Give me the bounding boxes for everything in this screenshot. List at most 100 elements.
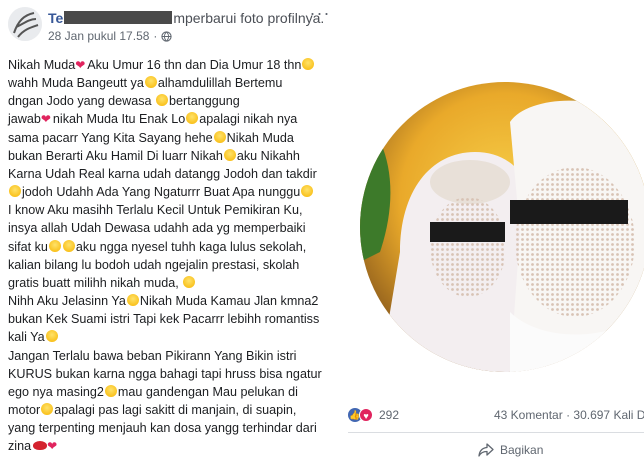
lips-emoji-icon <box>33 441 48 451</box>
heart-emoji-icon: ❤ <box>40 112 51 127</box>
post-text-line: Karna Udah Real karna udah datangg Jodoh… <box>8 165 342 183</box>
post-text-line: bukan Kek Suami istri Tapi kek Pacarrr l… <box>8 310 342 328</box>
post-text-line: Nikah Muda❤ Aku Umur 16 thn dan Dia Umur … <box>8 56 342 74</box>
post-text-line: KURUS bukan karna ngga bahagi tapi hruss… <box>8 365 342 383</box>
post-text-segment: jawab <box>8 112 41 127</box>
footer-divider <box>348 432 644 433</box>
post-text-line: motor apalagi pas lagi sakitt di manjain,… <box>8 401 342 419</box>
post-text-segment: alhamdulillah Bertemu <box>157 76 283 91</box>
post-text-segment: I know Aku masihh Terlalu Kecil Untuk Pe… <box>8 203 303 218</box>
smiley-emoji-icon <box>156 94 169 107</box>
smiley-emoji-icon <box>62 239 75 252</box>
redacted-name-bar <box>64 11 173 24</box>
smiley-emoji-icon <box>301 185 314 198</box>
post-text-line: wahh Muda Bangeutt ya alhamdulillah Berte… <box>8 74 342 92</box>
reactions-summary[interactable]: 👍 ♥ 292 <box>348 408 399 422</box>
share-arrow-icon <box>478 443 494 457</box>
post-timestamp[interactable]: 28 Jan pukul 17.58 <box>48 29 149 43</box>
post-text-segment: yang terpenting menjauh kan dosa yangg t… <box>8 421 317 436</box>
post-text-segment: sama pacarr Yang Kita Sayang hehe <box>8 130 213 145</box>
post-text-segment: wahh Muda Bangeutt ya <box>8 76 144 91</box>
post-text-line: sama pacarr Yang Kita Sayang hehe Nikah M… <box>8 129 342 147</box>
post-text-segment: zina <box>8 439 32 454</box>
profile-photo[interactable] <box>360 82 644 372</box>
post-text-segment: KURUS bukan karna ngga bahagi tapi hruss… <box>8 366 322 381</box>
post-text-line: gratis buatt milihh nikah muda, <box>8 274 342 292</box>
post-text-line: Jangan Terlalu bawa beban Pikirann Yang … <box>8 347 342 365</box>
post-text-line: kalian bilang lu bodoh udah ngejalin pre… <box>8 256 342 274</box>
post-text-line: zina ❤ <box>8 437 342 455</box>
post-text-segment: mau gandengan Mau pelukan di <box>117 384 298 399</box>
post-text-segment: motor <box>8 402 41 417</box>
post-text-segment: Nihh Aku Jelasinn Ya <box>8 294 126 309</box>
couple-photo-image <box>360 82 644 372</box>
post-text-line: ego nya masing2 mau gandengan Mau pelukan… <box>8 383 342 401</box>
smiley-emoji-icon <box>45 330 58 343</box>
smiley-emoji-icon <box>186 112 199 125</box>
post-text-line: kali Ya <box>8 328 342 346</box>
post-header: Te mperbarui foto profilnya. <box>48 10 324 28</box>
post-text-segment: aku Nikahh <box>236 148 300 163</box>
globe-icon <box>161 30 173 42</box>
post-text-line: sifat ku aku ngga nyesel tuhh kaga lulus … <box>8 238 342 256</box>
post-text-segment: jodoh Udahh Ada Yang Ngaturrr Buat Apa n… <box>22 185 301 200</box>
post-text-line: dngan Jodo yang dewasa bertanggung <box>8 92 342 110</box>
smiley-emoji-icon <box>302 58 315 70</box>
post-text-segment: apalagi nikah nya <box>199 112 298 127</box>
post-text-segment: nikah Muda Itu Enak Lo <box>52 112 186 127</box>
heart-emoji-icon: ❤ <box>75 58 86 72</box>
post-text-segment: kali Ya <box>8 330 45 345</box>
share-button[interactable]: Bagikan <box>478 443 543 457</box>
post-text-segment: dngan Jodo yang dewasa <box>8 94 156 109</box>
smiley-emoji-icon <box>126 294 139 307</box>
post-text-segment: Nikah Muda Kamau Jlan kmna2 <box>139 294 319 309</box>
meta-separator: · <box>153 29 158 43</box>
smiley-emoji-icon <box>213 130 226 143</box>
love-reaction-icon: ♥ <box>359 408 373 422</box>
counts-separator: · <box>566 408 571 422</box>
post-text-line: insya allah Udah Dewasa udahh ada yg mem… <box>8 219 342 237</box>
smiley-emoji-icon <box>104 384 117 397</box>
post-body-text: Nikah Muda❤ Aku Umur 16 thn dan Dia Umur … <box>8 56 342 455</box>
post-meta: 28 Jan pukul 17.58 · <box>48 29 173 43</box>
post-text-segment: Aku Umur 16 thn dan Dia Umur 18 thn <box>87 58 302 72</box>
smiley-emoji-icon <box>48 239 61 252</box>
post-text-segment: aku ngga nyesel tuhh kaga lulus sekolah, <box>75 239 307 254</box>
heart-emoji-icon: ❤ <box>47 439 58 454</box>
author-name[interactable]: Te <box>48 10 63 26</box>
facebook-post: Te mperbarui foto profilnya. ··· 28 Jan p… <box>0 0 644 463</box>
post-text-segment: Nikah Muda <box>226 130 294 145</box>
post-text-segment: apalagi pas lagi sakitt di manjain, di s… <box>54 402 297 417</box>
post-text-segment: kalian bilang lu bodoh udah ngejalin pre… <box>8 257 300 272</box>
post-text-segment: gratis buatt milihh nikah muda, <box>8 275 183 290</box>
reaction-count: 292 <box>379 408 400 422</box>
engagement-counts: 43 Komentar · 30.697 Kali Diba <box>494 408 644 422</box>
post-text-segment: ego nya masing2 <box>8 384 104 399</box>
post-text-segment: bukan Berarti Aku Hamil Di luarr Nikah <box>8 148 223 163</box>
post-text-line: I know Aku masihh Terlalu Kecil Untuk Pe… <box>8 201 342 219</box>
smiley-emoji-icon <box>41 402 54 415</box>
post-text-segment: bertanggung <box>169 94 240 109</box>
post-text-line: jodoh Udahh Ada Yang Ngaturrr Buat Apa n… <box>8 183 342 201</box>
post-text-segment: Jangan Terlalu bawa beban Pikirann Yang … <box>8 348 297 363</box>
author-avatar[interactable] <box>8 7 42 41</box>
avatar-image <box>8 7 42 41</box>
smiley-emoji-icon <box>183 275 196 288</box>
share-label: Bagikan <box>500 443 544 457</box>
post-text-segment: insya allah Udah Dewasa udahh ada yg mem… <box>8 221 306 236</box>
post-text-line: Nihh Aku Jelasinn Ya Nikah Muda Kamau Jla… <box>8 292 342 310</box>
post-text-line: bukan Berarti Aku Hamil Di luarr Nikah ak… <box>8 147 342 165</box>
post-text-line: jawab❤ nikah Muda Itu Enak Lo apalagi nika… <box>8 110 342 128</box>
post-text-segment: Karna Udah Real karna udah datangg Jodoh… <box>8 166 317 181</box>
post-text-segment: sifat ku <box>8 239 48 254</box>
smiley-emoji-icon <box>9 185 21 198</box>
post-text-segment: Nikah Muda <box>8 58 76 72</box>
smiley-emoji-icon <box>223 148 236 161</box>
more-options-icon[interactable]: ··· <box>308 4 332 24</box>
post-text-line: yang terpenting menjauh kan dosa yangg t… <box>8 419 342 437</box>
comment-count[interactable]: 43 Komentar <box>494 408 563 422</box>
smiley-emoji-icon <box>144 76 157 89</box>
view-count: 30.697 Kali Diba <box>573 408 644 422</box>
post-text-segment: bukan Kek Suami istri Tapi kek Pacarrr l… <box>8 312 320 327</box>
header-action-text: mperbarui foto profilnya. <box>173 10 325 26</box>
